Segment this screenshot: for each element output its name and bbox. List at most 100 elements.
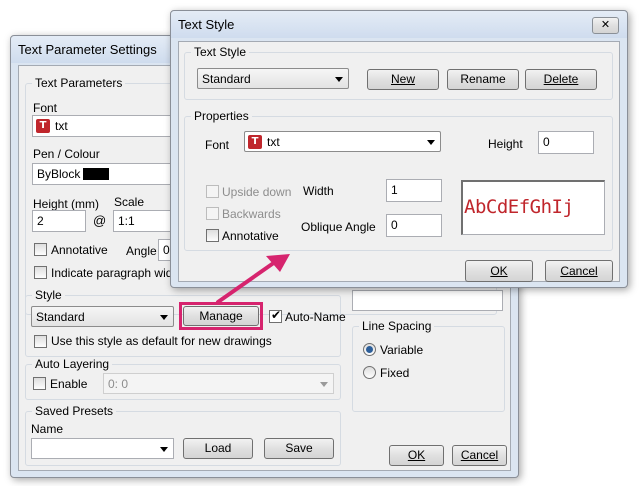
cancel-button[interactable]: Cancel bbox=[452, 445, 507, 466]
height-label: Height bbox=[488, 137, 523, 151]
preview-text: AbCdEfGhIj bbox=[464, 196, 574, 218]
pen-colour-select[interactable]: ByBlock bbox=[32, 163, 182, 185]
text-style-title: Text Style bbox=[191, 45, 250, 59]
font-select[interactable]: T txt bbox=[32, 115, 182, 137]
font-value: txt bbox=[55, 119, 68, 133]
annotative-checkbox[interactable] bbox=[34, 243, 47, 256]
use-default-checkbox[interactable] bbox=[34, 335, 47, 348]
style-height-input[interactable]: 0 bbox=[538, 131, 594, 154]
text-style-dialog: Text Style ✕ Text Style Standard New Ren… bbox=[170, 10, 628, 288]
layer-value: 0: 0 bbox=[108, 377, 129, 391]
style-value: Standard bbox=[36, 310, 85, 324]
oblique-angle-value: 0 bbox=[391, 218, 398, 232]
width-label: Width bbox=[303, 184, 334, 198]
indicate-width-label: Indicate paragraph width bbox=[51, 266, 183, 280]
manage-button[interactable]: Manage bbox=[183, 306, 259, 326]
style-annotative-checkbox[interactable] bbox=[206, 229, 219, 242]
delete-style-button[interactable]: Delete bbox=[525, 69, 597, 90]
oblique-angle-label: Oblique Angle bbox=[301, 220, 376, 234]
save-label: Save bbox=[285, 441, 313, 455]
layer-select[interactable]: 0: 0 bbox=[103, 373, 334, 394]
paragraph-width-field[interactable] bbox=[352, 290, 503, 311]
load-label: Load bbox=[204, 441, 232, 455]
height-value: 2 bbox=[37, 214, 44, 228]
rename-style-button[interactable]: Rename bbox=[447, 69, 519, 90]
use-default-label: Use this style as default for new drawin… bbox=[51, 334, 272, 348]
manage-label: Manage bbox=[199, 309, 243, 323]
upside-down-label: Upside down bbox=[222, 185, 292, 199]
auto-name-label: Auto-Name bbox=[285, 310, 346, 324]
truetype-font-icon: T bbox=[248, 135, 262, 149]
fixed-radio[interactable] bbox=[363, 366, 376, 379]
angle-value: 0 bbox=[163, 243, 170, 257]
text-style-select[interactable]: Standard bbox=[197, 68, 349, 89]
scale-value: 1:1 bbox=[118, 214, 135, 228]
window-title: Text Parameter Settings bbox=[18, 42, 157, 57]
dialog-cancel-label: Cancel bbox=[560, 264, 598, 278]
enable-layering-label: Enable bbox=[50, 377, 88, 391]
style-annotative-label: Annotative bbox=[222, 229, 279, 243]
annotative-label: Annotative bbox=[51, 243, 108, 257]
dialog-ok-label: OK bbox=[490, 264, 508, 278]
auto-layering-title: Auto Layering bbox=[32, 357, 113, 371]
delete-label: Delete bbox=[543, 72, 579, 86]
auto-name-checkbox[interactable]: ✔ bbox=[269, 308, 282, 323]
backwards-label: Backwards bbox=[222, 207, 281, 221]
preset-name-select[interactable] bbox=[31, 438, 174, 459]
close-button[interactable]: ✕ bbox=[592, 17, 619, 34]
chevron-down-icon bbox=[320, 382, 328, 387]
chevron-down-icon bbox=[335, 77, 343, 82]
upside-down-checkbox[interactable] bbox=[206, 185, 219, 198]
chevron-down-icon bbox=[160, 447, 168, 452]
style-title: Style bbox=[32, 288, 65, 302]
pen-colour-value: ByBlock bbox=[37, 167, 81, 181]
dialog-cancel-button[interactable]: Cancel bbox=[545, 260, 613, 282]
new-style-button[interactable]: New bbox=[367, 69, 439, 90]
font-preview: AbCdEfGhIj bbox=[461, 180, 605, 235]
width-input[interactable]: 1 bbox=[386, 179, 442, 202]
load-button[interactable]: Load bbox=[183, 438, 253, 459]
ok-button[interactable]: OK bbox=[389, 445, 444, 466]
ok-label: OK bbox=[407, 448, 426, 462]
text-parameters-title: Text Parameters bbox=[32, 76, 126, 90]
text-style-value: Standard bbox=[202, 72, 251, 86]
height-input[interactable]: 2 bbox=[32, 210, 86, 232]
chevron-down-icon bbox=[160, 315, 168, 320]
close-icon: ✕ bbox=[600, 19, 611, 31]
style-font-select[interactable]: T txt bbox=[244, 131, 441, 152]
black-color-swatch bbox=[83, 168, 109, 180]
fixed-label: Fixed bbox=[380, 366, 410, 380]
angle-label: Angle bbox=[126, 244, 157, 258]
backwards-checkbox[interactable] bbox=[206, 207, 219, 220]
dialog-title: Text Style bbox=[178, 17, 235, 32]
chevron-down-icon bbox=[427, 140, 435, 145]
height-label: Height (mm) bbox=[33, 197, 100, 211]
font-label: Font bbox=[33, 101, 58, 115]
save-preset-button[interactable]: Save bbox=[264, 438, 334, 459]
scale-label: Scale bbox=[114, 195, 145, 209]
style-height-value: 0 bbox=[543, 135, 550, 149]
new-label: New bbox=[390, 72, 415, 86]
properties-title: Properties bbox=[191, 109, 252, 123]
truetype-font-icon: T bbox=[36, 119, 50, 133]
dialog-ok-button[interactable]: OK bbox=[465, 260, 533, 282]
enable-layering-checkbox[interactable] bbox=[33, 377, 46, 390]
pen-colour-label: Pen / Colour bbox=[33, 147, 100, 161]
cancel-label: Cancel bbox=[460, 448, 499, 462]
rename-label: Rename bbox=[460, 72, 506, 86]
variable-label: Variable bbox=[380, 343, 424, 357]
indicate-width-checkbox[interactable] bbox=[34, 266, 47, 279]
variable-radio[interactable] bbox=[363, 343, 376, 356]
preset-name-label: Name bbox=[31, 422, 64, 436]
line-spacing-title: Line Spacing bbox=[359, 319, 435, 333]
saved-presets-title: Saved Presets bbox=[32, 404, 117, 418]
dialog-client-area: Text Style Standard New Rename Delete Pr… bbox=[178, 41, 620, 282]
at-symbol: @ bbox=[93, 213, 107, 228]
font-label: Font bbox=[205, 138, 230, 152]
style-select[interactable]: Standard bbox=[31, 306, 174, 327]
checkmark-icon: ✔ bbox=[271, 308, 282, 322]
oblique-angle-input[interactable]: 0 bbox=[386, 214, 442, 237]
title-bar: Text Style bbox=[171, 11, 627, 38]
style-font-value: txt bbox=[267, 135, 280, 149]
width-value: 1 bbox=[391, 183, 398, 197]
